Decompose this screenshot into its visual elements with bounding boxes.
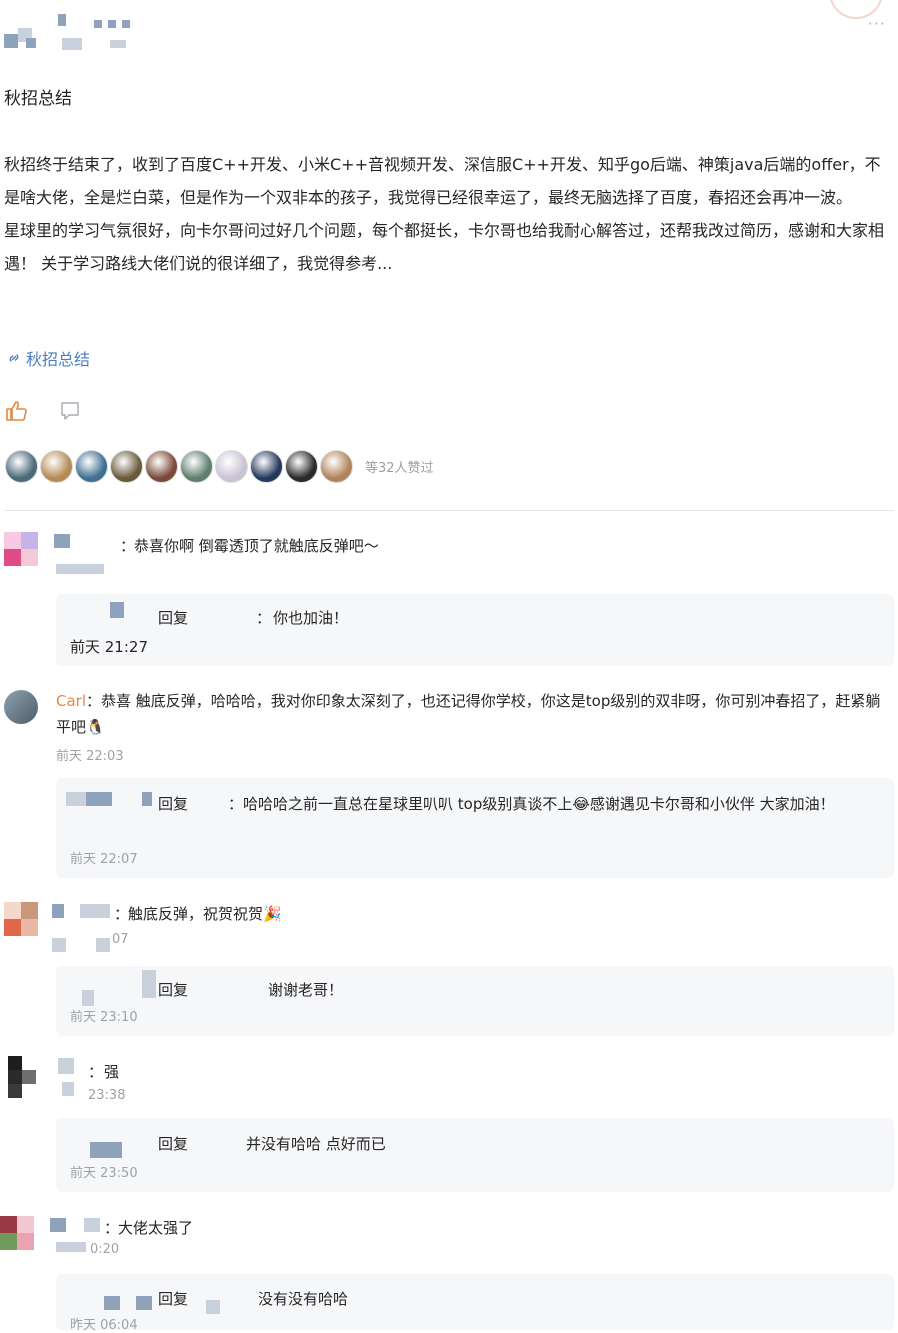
avatar[interactable] [4, 1056, 38, 1098]
reply-separator: ： [228, 795, 244, 813]
comment-time: 23:38 [88, 1088, 126, 1103]
reply-label[interactable]: 回复 [158, 1131, 188, 1157]
comment-time: 前天 22:03 [56, 749, 124, 764]
post-title: 秋招总结 [4, 89, 72, 109]
post-paragraph: 秋招终于结束了，收到了百度C++开发、小米C++音视频开发、深信服C++开发、知… [4, 155, 881, 207]
redacted-name [54, 534, 70, 548]
author-name-redacted [58, 14, 138, 54]
reply-label[interactable]: 回复 [158, 977, 188, 1003]
comment-separator: ： [104, 1219, 120, 1237]
reply-box: 回复 ：哈哈哈之前一直总在星球里叭叭 top级别真谈不上😂感谢遇见卡尔哥和小伙伴… [56, 778, 894, 878]
liker-avatar[interactable] [320, 450, 353, 483]
reply-box: 回复 谢谢老哥！ 前天 23:10 [56, 966, 894, 1036]
comment-item: ： 大佬太强了 0:20 回复 没有没有哈哈 昨天 06:04 [0, 1212, 898, 1333]
comment-text: 强 [104, 1063, 120, 1081]
link-icon [9, 354, 19, 362]
reply-box: 回复 没有没有哈哈 昨天 06:04 [56, 1274, 894, 1333]
comment-time: 07 [112, 932, 129, 947]
author-avatar[interactable] [4, 28, 44, 48]
avatar[interactable] [4, 690, 38, 724]
comment-text: 恭喜你啊 倒霉透顶了就触底反弹吧～ [134, 537, 379, 555]
liker-avatar[interactable] [285, 450, 318, 483]
reply-time: 前天 21:27 [70, 638, 148, 656]
reply-text: 没有没有哈哈 [258, 1290, 349, 1308]
liker-avatar[interactable] [145, 450, 178, 483]
comment-separator: ： [88, 1063, 104, 1081]
likers-row: 等32人赞过 [5, 450, 434, 483]
liker-avatar[interactable] [75, 450, 108, 483]
reply-separator: ： [256, 609, 272, 627]
reply-time: 前天 22:07 [70, 852, 138, 867]
like-icon[interactable] [5, 400, 29, 422]
comment-separator: ： [86, 692, 102, 710]
post-paragraph: 星球里的学习气氛很好，向卡尔哥问过好几个问题，每个都挺长，卡尔哥也给我耐心解答过… [4, 221, 885, 273]
liker-avatar[interactable] [5, 450, 38, 483]
comment-text: 恭喜 触底反弹，哈哈哈，我对你印象太深刻了，也还记得你学校，你这是top级别的双… [56, 692, 881, 736]
like-count[interactable]: 等32人赞过 [365, 457, 434, 476]
reply-label[interactable]: 回复 [158, 1286, 188, 1312]
comment-text: 大佬太强了 [118, 1219, 194, 1237]
reply-text: 哈哈哈之前一直总在星球里叭叭 top级别真谈不上😂感谢遇见卡尔哥和小伙伴 大家加… [243, 795, 835, 813]
liker-avatar[interactable] [180, 450, 213, 483]
comment-time: 0:20 [90, 1242, 120, 1257]
post-actions [5, 400, 81, 422]
post-body: 秋招终于结束了，收到了百度C++开发、小米C++音视频开发、深信服C++开发、知… [4, 148, 894, 280]
divider [4, 510, 894, 511]
reply-time: 前天 23:50 [70, 1166, 138, 1181]
liker-avatars [5, 450, 355, 483]
liker-avatar[interactable] [250, 450, 283, 483]
comment-item: ： 强 23:38 回复 并没有哈哈 点好而已 前天 23:50 [0, 1056, 898, 1196]
comment-text: 触底反弹，祝贺祝贺🎉 [128, 905, 282, 923]
reply-time: 前天 23:10 [70, 1010, 138, 1025]
reply-text: 谢谢老哥！ [268, 981, 344, 999]
reply-time: 昨天 06:04 [70, 1318, 138, 1333]
author-header: ··· [0, 0, 898, 70]
comment-item: ： 触底反弹，祝贺祝贺🎉 07 回复 谢谢老哥！ 前天 23:10 [0, 898, 898, 1042]
reply-text: 并没有哈哈 点好而已 [246, 1135, 386, 1153]
comment-author[interactable]: Carl [56, 692, 86, 710]
reply-box: 回复 并没有哈哈 点好而已 前天 23:50 [56, 1118, 894, 1192]
comment-item: ： 恭喜你啊 倒霉透顶了就触底反弹吧～ 回复 ： 你也加油！ 前天 21:27 [0, 530, 898, 670]
link-label: 秋招总结 [26, 350, 91, 369]
avatar[interactable] [4, 532, 38, 566]
liker-avatar[interactable] [110, 450, 143, 483]
avatar[interactable] [0, 1216, 34, 1250]
liker-avatar[interactable] [215, 450, 248, 483]
reply-box: 回复 ： 你也加油！ 前天 21:27 [56, 594, 894, 666]
comment-separator: ： [120, 537, 136, 555]
reply-text: 你也加油！ [273, 609, 349, 627]
more-menu-icon[interactable]: ··· [868, 14, 886, 33]
reply-label[interactable]: 回复 [158, 605, 188, 631]
comment-icon[interactable] [59, 400, 81, 422]
avatar[interactable] [4, 902, 38, 936]
liker-avatar[interactable] [40, 450, 73, 483]
comment-item: Carl：恭喜 触底反弹，哈哈哈，我对你印象太深刻了，也还记得你学校，你这是to… [0, 688, 898, 878]
comment-separator: ： [114, 905, 130, 923]
attachment-link[interactable]: 秋招总结 [6, 346, 90, 370]
